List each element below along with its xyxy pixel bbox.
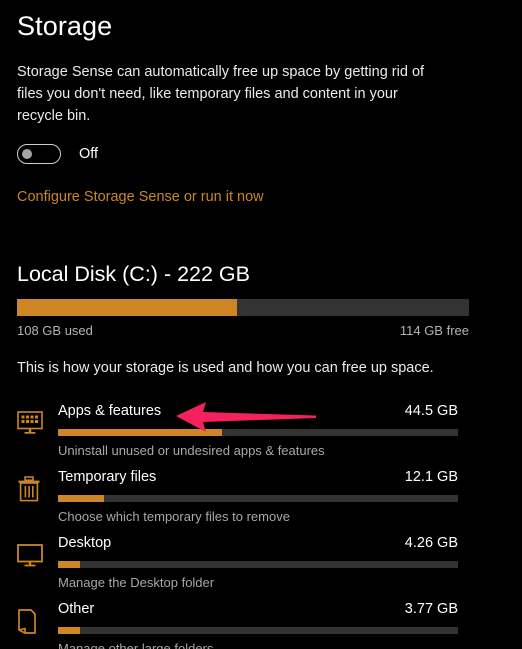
storage-category-description: Uninstall unused or undesired apps & fea… bbox=[58, 443, 325, 458]
storage-category-bar bbox=[58, 429, 458, 436]
trash-can-icon bbox=[17, 466, 58, 508]
disk-usage-bar-fill bbox=[17, 299, 237, 316]
storage-explanation-text: This is how your storage is used and how… bbox=[17, 360, 434, 376]
storage-category-bar bbox=[58, 627, 458, 634]
storage-category-bar bbox=[58, 561, 458, 568]
storage-category-body: Temporary files 12.1 GB Choose which tempo… bbox=[58, 466, 522, 526]
storage-category-name: Apps & features bbox=[58, 403, 162, 419]
storage-category-header: Other 3.77 GB bbox=[58, 599, 458, 619]
disk-usage-bar bbox=[17, 299, 469, 316]
page-title: Storage bbox=[17, 11, 113, 41]
storage-category-size: 3.77 GB bbox=[404, 601, 458, 617]
storage-category-bar-fill bbox=[58, 627, 80, 634]
storage-category-header: Apps & features 44.5 GB bbox=[58, 401, 458, 421]
storage-category-bar-fill bbox=[58, 495, 104, 502]
storage-category-description: Choose which temporary files to remove bbox=[58, 509, 290, 524]
storage-category-description: Manage other large folders bbox=[58, 641, 214, 649]
configure-storage-sense-link[interactable]: Configure Storage Sense or run it now bbox=[17, 187, 264, 207]
storage-category-name: Temporary files bbox=[58, 469, 157, 485]
storage-sense-toggle[interactable] bbox=[17, 144, 61, 164]
disk-usage-legend: 108 GB used 114 GB free bbox=[17, 322, 469, 339]
apps-monitor-icon bbox=[17, 400, 58, 442]
storage-category-row[interactable]: Other 3.77 GB Manage other large folders bbox=[17, 598, 522, 649]
storage-category-bar-fill bbox=[58, 561, 80, 568]
disk-used-label: 108 GB used bbox=[17, 323, 93, 338]
toggle-state-label: Off bbox=[79, 146, 99, 162]
storage-category-bar bbox=[58, 495, 458, 502]
storage-category-list: Apps & features 44.5 GB Uninstall unused o… bbox=[17, 400, 522, 649]
storage-sense-description: Storage Sense can automatically free up … bbox=[17, 64, 425, 124]
storage-category-name: Other bbox=[58, 601, 95, 617]
local-disk-title: Local Disk (C:) - 222 GB bbox=[17, 262, 250, 286]
desktop-monitor-icon bbox=[17, 532, 58, 574]
storage-category-row[interactable]: Temporary files 12.1 GB Choose which tempo… bbox=[17, 466, 522, 532]
storage-category-header: Temporary files 12.1 GB bbox=[58, 467, 458, 487]
storage-category-body: Desktop 4.26 GB Manage the Desktop folder bbox=[58, 532, 522, 592]
storage-category-bar-fill bbox=[58, 429, 222, 436]
storage-category-row[interactable]: Apps & features 44.5 GB Uninstall unused o… bbox=[17, 400, 522, 466]
storage-category-size: 44.5 GB bbox=[404, 403, 458, 419]
storage-category-header: Desktop 4.26 GB bbox=[58, 533, 458, 553]
storage-category-size: 12.1 GB bbox=[404, 469, 458, 485]
storage-category-size: 4.26 GB bbox=[404, 535, 458, 551]
storage-category-body: Apps & features 44.5 GB Uninstall unused o… bbox=[58, 400, 522, 460]
page-curl-icon bbox=[17, 598, 58, 640]
disk-free-label: 114 GB free bbox=[399, 323, 469, 338]
storage-category-row[interactable]: Desktop 4.26 GB Manage the Desktop folder bbox=[17, 532, 522, 598]
storage-sense-toggle-row: Off bbox=[17, 142, 522, 166]
storage-category-body: Other 3.77 GB Manage other large folders bbox=[58, 598, 522, 649]
storage-settings-page: Storage Storage Sense can automatically … bbox=[0, 0, 522, 649]
toggle-knob bbox=[22, 149, 32, 159]
storage-category-name: Desktop bbox=[58, 535, 112, 551]
storage-category-description: Manage the Desktop folder bbox=[58, 575, 215, 590]
